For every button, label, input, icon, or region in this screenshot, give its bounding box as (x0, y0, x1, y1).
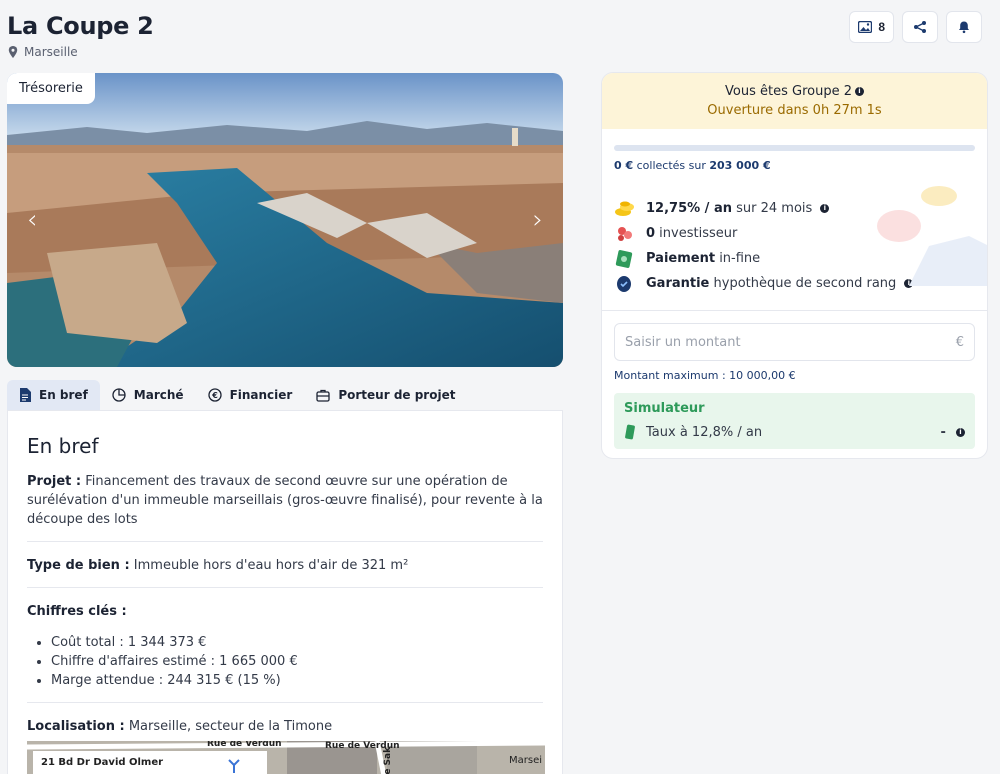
chiffres-heading: Chiffres clés : (27, 604, 127, 619)
list-item: Coût total : 1 344 373 € (51, 633, 543, 652)
map-address-card: 21 Bd Dr David Olmer (33, 751, 267, 774)
divider (27, 587, 543, 588)
simulator-row: Taux à 12,8% / an - i (624, 424, 965, 440)
bell-icon (959, 21, 969, 34)
info-icon[interactable]: i (854, 87, 864, 96)
group-banner: Vous êtes Groupe 2i Ouverture dans 0h 27… (602, 73, 987, 129)
type-text: Immeuble hors d'eau hors d'air de 321 m² (129, 558, 409, 573)
share-icon (914, 21, 926, 33)
banknote-icon (615, 249, 633, 268)
max-amount-label: Montant maximum : 10 000,00 € (614, 369, 796, 382)
investors-icon (618, 226, 632, 241)
carousel-prev-icon[interactable]: ‹ (27, 207, 37, 233)
gallery-button[interactable]: 8 (849, 11, 894, 43)
localisation-text: Marseille, secteur de la Timone (124, 719, 333, 734)
list-item: Chiffre d'affaires estimé : 1 665 000 € (51, 652, 543, 671)
section-heading: En bref (27, 434, 99, 458)
info-icon[interactable]: i (956, 427, 965, 437)
overview-panel: En bref Projet : Financement des travaux… (7, 410, 563, 774)
map-road-label: de Sak (383, 746, 394, 774)
top-actions: 8 (849, 11, 982, 43)
simulator-title: Simulateur (624, 401, 705, 416)
hero-photo (7, 73, 563, 367)
tab-en-bref[interactable]: En bref (7, 380, 100, 410)
simulator-rate: Taux à 12,8% / an (646, 424, 763, 440)
tab-marche[interactable]: Marché (100, 380, 196, 410)
divider (27, 702, 543, 703)
currency-symbol: € (955, 334, 964, 350)
map-pin-icon (8, 46, 18, 58)
location-map[interactable]: Rue de Verdun Rue de Verdun de Sak Marse… (27, 741, 545, 774)
location: Marseille (8, 45, 78, 59)
euro-coin-icon: € (207, 388, 222, 402)
projet-paragraph: Projet : Financement des travaux de seco… (27, 472, 543, 529)
gallery-count: 8 (878, 20, 885, 34)
tab-porteur[interactable]: Porteur de projet (304, 380, 467, 410)
projet-label: Projet : (27, 474, 82, 489)
location-label: Marseille (24, 45, 78, 59)
simulator-value: - (940, 424, 946, 440)
alert-button[interactable] (946, 11, 982, 43)
briefcase-icon (316, 389, 330, 402)
list-item: Marge attendue : 244 315 € (15 %) (51, 671, 543, 690)
pie-chart-icon (112, 388, 126, 402)
localisation-label: Localisation : (27, 719, 125, 734)
svg-text:€: € (211, 391, 218, 400)
share-button[interactable] (902, 11, 938, 43)
opening-countdown: Ouverture dans 0h 27m 1s (707, 103, 882, 118)
investment-panel: Vous êtes Groupe 2i Ouverture dans 0h 27… (601, 72, 988, 459)
type-label: Type de bien : (27, 558, 130, 573)
category-tag: Trésorerie (7, 73, 95, 104)
type-paragraph: Type de bien : Immeuble hors d'eau hors … (27, 556, 543, 575)
amount-input[interactable]: Saisir un montant € (614, 323, 975, 361)
localisation-paragraph: Localisation : Marseille, secteur de la … (27, 717, 543, 736)
divider (602, 310, 987, 311)
hero-carousel[interactable]: Trésorerie ‹ › (7, 73, 563, 367)
amount-placeholder: Saisir un montant (625, 334, 741, 350)
tab-bar: En bref Marché € Financier Porteur de pr… (7, 380, 467, 410)
banknote-icon (625, 424, 635, 440)
coins-icon (615, 201, 634, 216)
map-road-label: Rue de Verdun (207, 741, 282, 749)
map-city-label: Marsei (509, 755, 543, 766)
shield-icon (617, 275, 631, 292)
info-icon[interactable]: i (820, 204, 830, 213)
divider (27, 541, 543, 542)
directions-icon[interactable] (227, 759, 241, 773)
decorative-blobs (877, 186, 987, 286)
key-figures-list: Coût total : 1 344 373 € Chiffre d'affai… (27, 633, 543, 690)
simulator-box: Simulateur Taux à 12,8% / an - i (614, 393, 975, 449)
funding-progress-bar (614, 145, 975, 151)
tab-financier[interactable]: € Financier (196, 380, 305, 410)
image-icon (858, 21, 873, 33)
carousel-next-icon[interactable]: › (533, 207, 543, 233)
key-stats: 12,75% / an sur 24 mois i 0 investisseur … (614, 186, 987, 296)
group-text: Vous êtes Groupe 2i (602, 84, 987, 99)
page-title: La Coupe 2 (7, 12, 154, 40)
projet-text: Financement des travaux de second œuvre … (27, 474, 543, 527)
document-icon (20, 388, 31, 402)
